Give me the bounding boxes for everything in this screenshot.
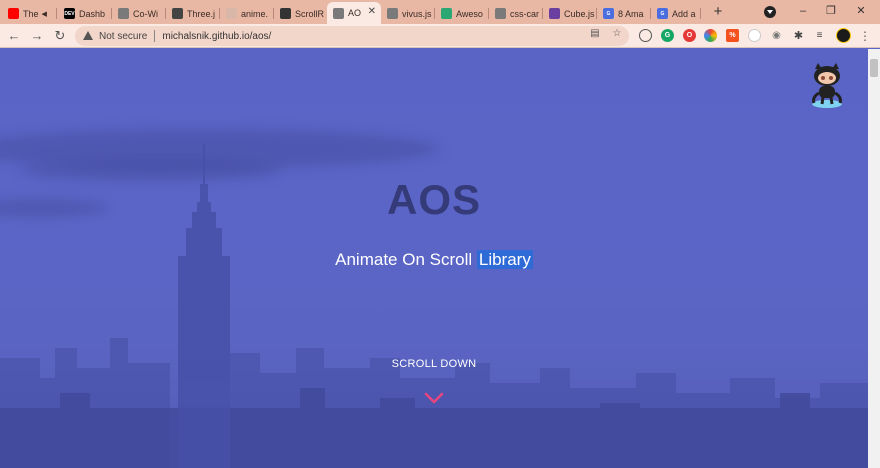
github-octocat-icon[interactable] <box>808 61 846 109</box>
bookmark-star-icon[interactable]: ☆ <box>611 28 623 40</box>
new-tab-button[interactable]: + <box>710 3 726 21</box>
page-title: AOS <box>386 176 481 223</box>
anime-icon <box>226 8 237 19</box>
security-label[interactable]: Not secure <box>99 31 147 42</box>
tab-title: Add a <box>672 8 696 19</box>
tab-title: Three.j <box>187 8 216 19</box>
page-viewport: AOS Animate On Scroll Library SCROLL DOW… <box>0 49 868 468</box>
tab-title: Co-Wi <box>133 8 158 19</box>
browser-tab[interactable]: Co-Wi <box>112 3 166 24</box>
youtube-icon <box>8 8 19 19</box>
tab-title: 8 Ama <box>618 8 644 19</box>
browser-tab[interactable]: ScrollR <box>274 3 326 24</box>
page-scrollbar[interactable] <box>868 49 880 468</box>
minimize-icon[interactable]: – <box>794 2 812 20</box>
address-divider <box>154 30 156 42</box>
color-extension-icon[interactable] <box>704 29 717 42</box>
browser-tab[interactable]: Aweso <box>435 3 489 24</box>
timer-extension-icon[interactable] <box>748 29 761 42</box>
chevron-down-icon[interactable] <box>424 391 444 405</box>
dev-icon: DEV <box>64 8 75 19</box>
globe-icon <box>118 8 129 19</box>
close-tab-icon[interactable]: ✕ <box>368 6 376 17</box>
browser-tab[interactable]: Cube.js <box>543 3 597 24</box>
menu-kebab-icon[interactable]: ⋮ <box>856 27 874 45</box>
tab-title: Aweso <box>456 8 483 19</box>
block-extension-icon[interactable] <box>639 29 652 42</box>
awesome-icon <box>441 8 452 19</box>
reload-button[interactable]: ↻ <box>51 27 69 45</box>
browser-tab[interactable]: The ◀ <box>2 3 57 24</box>
subtitle-text: Animate On Scroll <box>335 250 477 269</box>
g-icon: G <box>603 8 614 19</box>
tab-search-icon[interactable] <box>764 6 776 18</box>
browser-tab[interactable]: AO ✕ <box>327 2 381 24</box>
cube-icon <box>549 8 560 19</box>
g-icon: G <box>657 8 668 19</box>
restore-icon[interactable]: ❐ <box>822 2 840 20</box>
reading-list-icon[interactable]: ≡ <box>813 29 826 42</box>
address-bar[interactable]: Not secure michalsnik.github.io/aos/ <box>75 26 629 46</box>
back-button[interactable]: ← <box>5 27 23 45</box>
tab-title: Cube.js <box>564 8 595 19</box>
browser-tab[interactable]: anime. <box>220 3 274 24</box>
browser-toolbar: ← → ↻ Not secure michalsnik.github.io/ao… <box>0 24 880 48</box>
browser-tab[interactable]: G 8 Ama <box>597 3 651 24</box>
browser-tab[interactable]: DEV Dashb <box>58 3 112 24</box>
profile-avatar[interactable] <box>836 28 851 43</box>
grammarly-extension-icon[interactable]: G <box>661 29 674 42</box>
extensions-puzzle-icon[interactable]: ✱ <box>792 29 805 42</box>
opera-extension-icon[interactable]: O <box>683 29 696 42</box>
browser-tab[interactable]: vivus.js <box>381 3 435 24</box>
subtitle-highlight: Library <box>476 250 533 269</box>
browser-tab[interactable]: css-car <box>489 3 543 24</box>
globe-icon <box>333 7 344 19</box>
globe-icon <box>495 8 506 19</box>
audio-playing-icon[interactable]: ◀ <box>42 10 47 18</box>
scrollbar-thumb[interactable] <box>870 59 878 77</box>
tab-title: Dashb <box>79 8 106 19</box>
threejs-icon <box>172 8 183 19</box>
tab-title: AO <box>348 8 362 18</box>
warning-icon[interactable] <box>83 31 93 41</box>
tab-title: ScrollR <box>295 8 325 19</box>
tab-title: css-car <box>510 8 539 19</box>
fiddler-extension-icon[interactable]: % <box>726 29 739 42</box>
translate-icon[interactable]: ▤ <box>589 28 601 40</box>
browser-tab[interactable]: G Add a <box>651 3 701 24</box>
url-text[interactable]: michalsnik.github.io/aos/ <box>162 31 271 42</box>
tab-title: The <box>23 8 39 19</box>
tab-strip: The ◀ DEV Dashb Co-Wi Three.j anime. ScrollR AO ✕… <box>0 0 880 24</box>
tab-title: vivus.js <box>402 8 432 19</box>
close-window-icon[interactable]: ✕ <box>852 2 870 20</box>
screenshot-extension-icon[interactable]: ◉ <box>770 29 783 42</box>
page-subtitle: Animate On Scroll Library <box>0 250 868 270</box>
tab-title: anime. <box>241 8 269 19</box>
globe-icon <box>387 8 398 19</box>
forward-button[interactable]: → <box>28 27 46 45</box>
browser-tab[interactable]: Three.j <box>166 3 220 24</box>
scrollreveal-icon <box>280 8 291 19</box>
scroll-down-label[interactable]: SCROLL DOWN <box>0 358 868 370</box>
